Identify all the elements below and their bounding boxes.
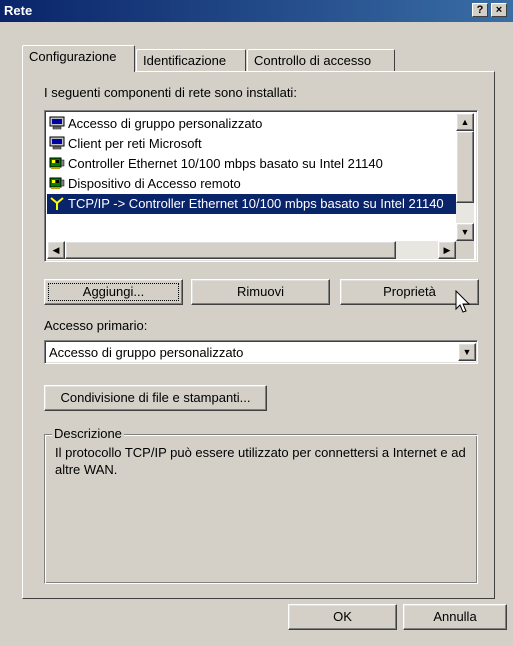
file-sharing-button-label: Condivisione di file e stampanti...: [60, 390, 251, 405]
list-item-selected[interactable]: TCP/IP -> Controller Ethernet 10/100 mbp…: [47, 194, 459, 214]
scroll-thumb[interactable]: [65, 241, 396, 259]
scroll-right-button[interactable]: ▶: [438, 241, 456, 259]
scroll-up-button[interactable]: ▲: [456, 113, 474, 131]
list-item-label: TCP/IP -> Controller Ethernet 10/100 mbp…: [68, 196, 444, 211]
list-item[interactable]: Client per reti Microsoft: [49, 134, 459, 154]
scrollbar-corner: [456, 241, 474, 259]
network-client-icon: [49, 116, 65, 130]
list-item[interactable]: Accesso di gruppo personalizzato: [49, 114, 459, 134]
dropdown-arrow-icon[interactable]: ▼: [458, 343, 476, 361]
primary-logon-select[interactable]: Accesso di gruppo personalizzato ▼: [44, 340, 478, 364]
description-title: Descrizione: [52, 426, 124, 441]
list-item-label: Controller Ethernet 10/100 mbps basato s…: [68, 156, 383, 171]
list-item[interactable]: Dispositivo di Accesso remoto: [49, 174, 459, 194]
add-button-label: Aggiungi...: [82, 284, 145, 299]
scroll-thumb[interactable]: [456, 131, 474, 203]
scroll-down-button[interactable]: ▼: [456, 223, 474, 241]
components-label: I seguenti componenti di rete sono insta…: [44, 85, 297, 100]
network-client-icon: [49, 136, 65, 150]
list-item[interactable]: Controller Ethernet 10/100 mbps basato s…: [49, 154, 459, 174]
list-item-label: Dispositivo di Accesso remoto: [68, 176, 241, 191]
list-item-label: Client per reti Microsoft: [68, 136, 202, 151]
vertical-scrollbar[interactable]: ▲ ▼: [456, 113, 474, 241]
protocol-icon: [49, 196, 65, 210]
mouse-cursor-icon: [455, 290, 471, 313]
components-list[interactable]: Accesso di gruppo personalizzato Client …: [44, 110, 478, 262]
scroll-left-button[interactable]: ◀: [47, 241, 65, 259]
list-item-label: Accesso di gruppo personalizzato: [68, 116, 263, 131]
network-adapter-icon: [49, 156, 65, 170]
file-sharing-button[interactable]: Condivisione di file e stampanti...: [44, 385, 267, 411]
add-button[interactable]: Aggiungi...: [44, 279, 183, 305]
cancel-button-label: Annulla: [433, 609, 477, 624]
horizontal-scrollbar[interactable]: ◀ ▶: [47, 241, 456, 259]
remove-button-label: Rimuovi: [237, 284, 284, 299]
primary-logon-value: Accesso di gruppo personalizzato: [49, 345, 244, 360]
remove-button[interactable]: Rimuovi: [191, 279, 330, 305]
description-text: Il protocollo TCP/IP può essere utilizza…: [55, 445, 466, 477]
ok-button-label: OK: [333, 609, 352, 624]
network-adapter-icon: [49, 176, 65, 190]
cancel-button[interactable]: Annulla: [403, 604, 507, 630]
properties-button-label: Proprietà: [383, 284, 436, 299]
primary-logon-label: Accesso primario:: [44, 318, 148, 333]
network-dialog: Rete ? × Configurazione Identificazione …: [0, 0, 513, 646]
ok-button[interactable]: OK: [288, 604, 397, 630]
